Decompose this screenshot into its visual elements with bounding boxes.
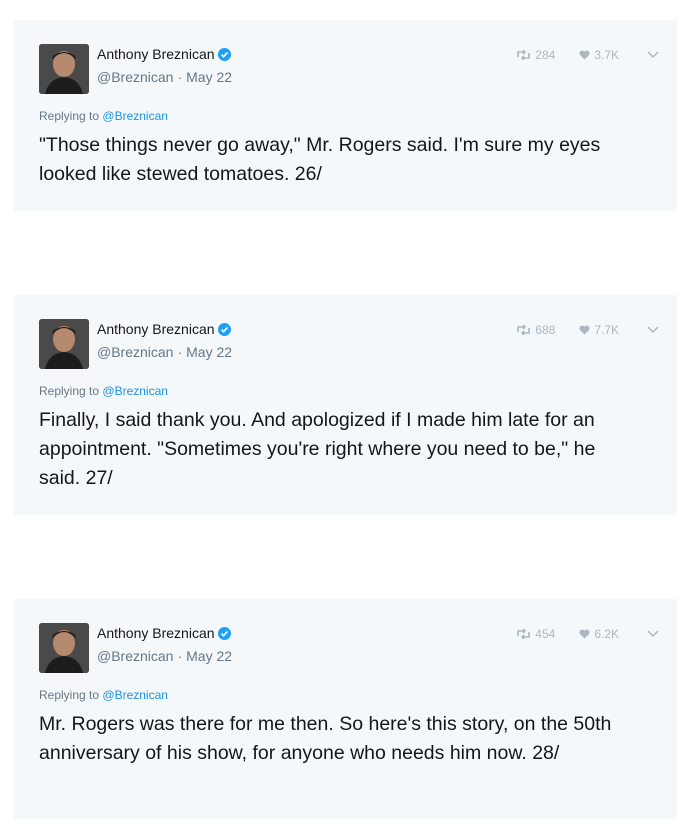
replying-to-handle[interactable]: @Breznican bbox=[102, 109, 168, 123]
retweet-count: 284 bbox=[535, 48, 556, 62]
tweet-text: Finally, I said thank you. And apologize… bbox=[39, 409, 596, 489]
retweet-icon bbox=[517, 325, 531, 335]
replying-to: Replying to @Breznican bbox=[39, 384, 168, 398]
verified-badge-icon bbox=[217, 626, 231, 640]
like-count: 6.2K bbox=[594, 627, 619, 641]
tweet-date[interactable]: May 22 bbox=[186, 648, 232, 664]
retweet-button[interactable]: 454 bbox=[516, 627, 555, 641]
heart-icon bbox=[579, 629, 590, 639]
retweet-icon bbox=[517, 629, 531, 639]
author-handle[interactable]: @Breznican bbox=[97, 344, 173, 360]
tweet-text: "Those things never go away," Mr. Rogers… bbox=[39, 134, 601, 185]
like-button[interactable]: 3.7K bbox=[579, 48, 619, 62]
avatar[interactable] bbox=[39, 623, 89, 673]
tweet-date[interactable]: May 22 bbox=[186, 69, 232, 85]
avatar[interactable] bbox=[39, 319, 89, 369]
separator: · bbox=[177, 648, 183, 664]
replying-to-label: Replying to bbox=[39, 384, 100, 398]
replying-to: Replying to @Breznican bbox=[39, 109, 168, 123]
like-button[interactable]: 7.7K bbox=[579, 323, 619, 337]
handle-and-date: @Breznican · May 22 bbox=[97, 69, 232, 85]
retweet-button[interactable]: 284 bbox=[516, 48, 555, 62]
author-handle[interactable]: @Breznican bbox=[97, 69, 173, 85]
replying-to-handle[interactable]: @Breznican bbox=[102, 688, 168, 702]
replying-to-label: Replying to bbox=[39, 109, 100, 123]
chevron-down-icon[interactable] bbox=[647, 326, 659, 334]
retweet-count: 454 bbox=[535, 627, 556, 641]
verified-badge-icon bbox=[217, 47, 231, 61]
tweet-text: Mr. Rogers was there for me then. So her… bbox=[39, 713, 612, 764]
retweet-icon bbox=[517, 50, 531, 60]
heart-icon bbox=[579, 50, 590, 60]
author-handle[interactable]: @Breznican bbox=[97, 648, 173, 664]
chevron-down-icon[interactable] bbox=[647, 51, 659, 59]
like-button[interactable]: 6.2K bbox=[579, 627, 619, 641]
handle-and-date: @Breznican · May 22 bbox=[97, 648, 232, 664]
separator: · bbox=[177, 69, 183, 85]
tweet-card[interactable]: Anthony Breznican @Breznican · May 22 284 … bbox=[14, 20, 677, 211]
author-name[interactable]: Anthony Breznican bbox=[97, 321, 215, 337]
replying-to: Replying to @Breznican bbox=[39, 688, 168, 702]
heart-icon bbox=[579, 325, 590, 335]
avatar[interactable] bbox=[39, 44, 89, 94]
tweet-card[interactable]: Anthony Breznican @Breznican · May 22 688 … bbox=[14, 295, 677, 515]
like-count: 7.7K bbox=[594, 323, 619, 337]
retweet-count: 688 bbox=[535, 323, 556, 337]
tweet-card[interactable]: Anthony Breznican @Breznican · May 22 454 … bbox=[14, 599, 677, 819]
chevron-down-icon[interactable] bbox=[647, 630, 659, 638]
verified-badge-icon bbox=[217, 322, 231, 336]
like-count: 3.7K bbox=[594, 48, 619, 62]
tweet-date[interactable]: May 22 bbox=[186, 344, 232, 360]
replying-to-handle[interactable]: @Breznican bbox=[102, 384, 168, 398]
replying-to-label: Replying to bbox=[39, 688, 100, 702]
author-name[interactable]: Anthony Breznican bbox=[97, 625, 215, 641]
author-name[interactable]: Anthony Breznican bbox=[97, 46, 215, 62]
handle-and-date: @Breznican · May 22 bbox=[97, 344, 232, 360]
retweet-button[interactable]: 688 bbox=[516, 323, 555, 337]
separator: · bbox=[177, 344, 183, 360]
